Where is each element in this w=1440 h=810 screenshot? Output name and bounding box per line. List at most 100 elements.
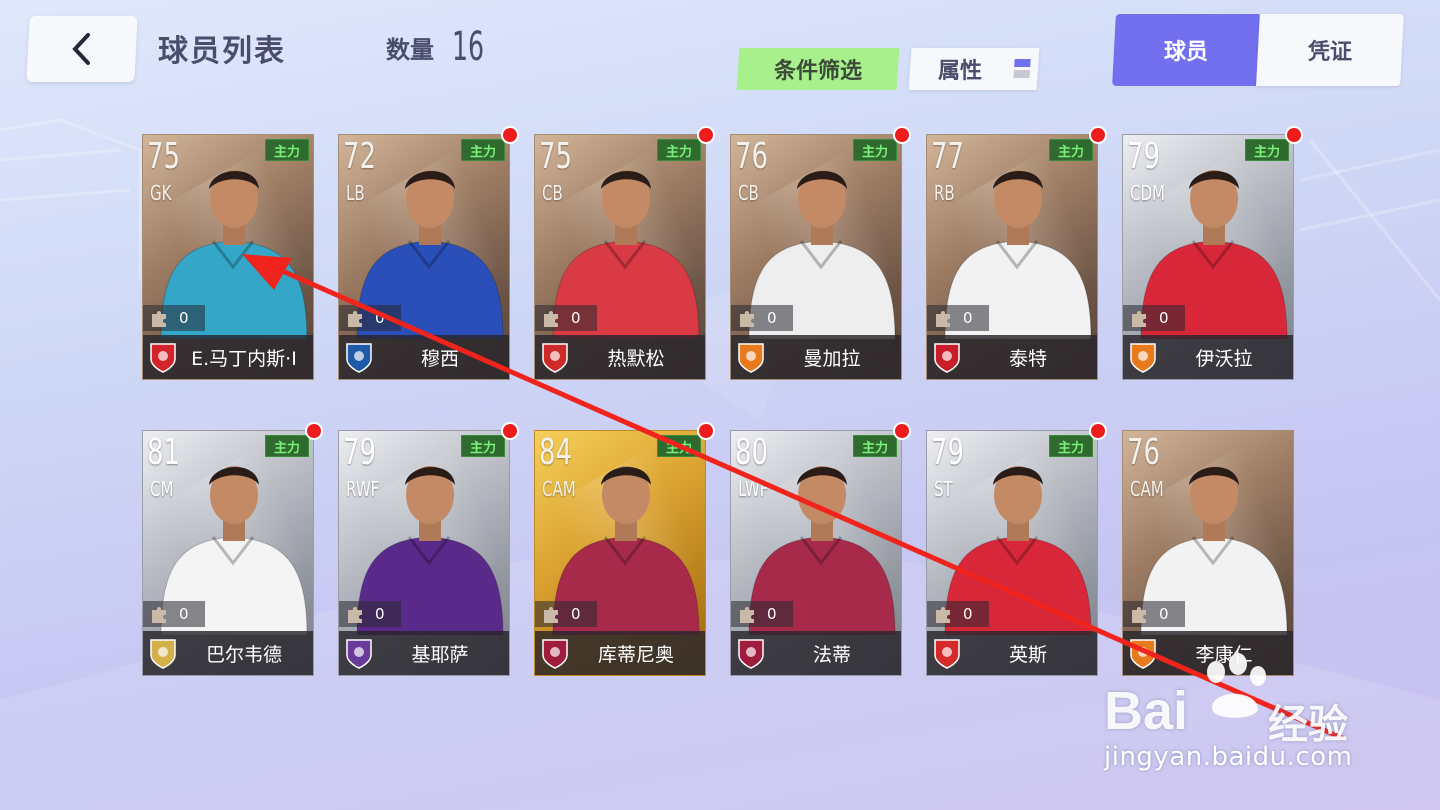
puzzle-piece-icon [152, 311, 166, 327]
fragment-count: 0 [375, 309, 385, 327]
player-rating: 76 [1127, 432, 1160, 473]
starter-tag: 主力 [461, 139, 505, 161]
player-name: 法蒂 [812, 643, 851, 666]
puzzle-piece-icon [740, 311, 754, 327]
player-name-bar: 穆西 [339, 335, 509, 379]
fragment-counter: 0 [339, 305, 401, 331]
player-name: 伊沃拉 [1195, 347, 1253, 370]
fragment-counter: 0 [927, 601, 989, 627]
player-card[interactable]: 81 CM 主力 0 巴尔韦德 [142, 430, 314, 676]
filter-button-label: 条件筛选 [773, 59, 862, 84]
watermark-domain: jingyan.baidu.com [1104, 742, 1353, 772]
fragment-counter: 0 [731, 305, 793, 331]
club-crest-icon [346, 639, 372, 669]
player-card[interactable]: 84 CAM 主力 0 库蒂尼奥 [534, 430, 706, 676]
fragment-counter: 0 [1123, 601, 1185, 627]
back-button[interactable] [26, 16, 138, 82]
tab-players[interactable]: 球员 [1112, 14, 1260, 86]
starter-tag: 主力 [1049, 139, 1093, 161]
player-position: LB [346, 181, 365, 205]
player-name: 泰特 [1008, 347, 1047, 370]
tab-group: 球员 凭证 [1112, 14, 1404, 86]
starter-tag: 主力 [657, 435, 701, 457]
tab-vouchers-label: 凭证 [1307, 40, 1352, 65]
player-card[interactable]: 75 CB 主力 0 热默松 [534, 134, 706, 380]
fragment-counter: 0 [143, 305, 205, 331]
puzzle-piece-icon [348, 311, 362, 327]
player-rating: 80 [735, 432, 768, 473]
starter-tag: 主力 [853, 139, 897, 161]
new-badge-dot [1089, 422, 1107, 440]
puzzle-piece-icon [544, 311, 558, 327]
club-crest-icon [346, 343, 372, 373]
club-crest-icon [738, 639, 764, 669]
player-rating: 72 [343, 136, 376, 177]
fragment-counter: 0 [535, 305, 597, 331]
new-badge-dot [893, 126, 911, 144]
chevron-left-icon [72, 33, 90, 65]
count-label: 数量 [386, 36, 434, 64]
player-card[interactable]: 76 CAM 0 李康仁 [1122, 430, 1294, 676]
player-position: RWF [346, 477, 380, 501]
club-crest-icon [150, 343, 176, 373]
player-card[interactable]: 75 GK 主力 0 E.马丁内斯·I [142, 134, 314, 380]
player-position: CB [542, 181, 563, 205]
new-badge-dot [697, 422, 715, 440]
attribute-sort-label: 属性 [938, 59, 983, 84]
new-badge-dot [893, 422, 911, 440]
puzzle-piece-icon [152, 607, 166, 623]
player-position: RB [934, 181, 955, 205]
player-card[interactable]: 72 LB 主力 0 穆西 [338, 134, 510, 380]
starter-tag: 主力 [657, 139, 701, 161]
filter-button[interactable]: 条件筛选 [736, 48, 900, 90]
starter-tag: 主力 [265, 139, 309, 161]
tab-vouchers[interactable]: 凭证 [1256, 14, 1404, 86]
player-name-bar: 伊沃拉 [1123, 335, 1293, 379]
player-name-bar: 巴尔韦德 [143, 631, 313, 675]
player-card[interactable]: 77 RB 主力 0 泰特 [926, 134, 1098, 380]
starter-tag: 主力 [265, 435, 309, 457]
player-position: CDM [1130, 181, 1165, 205]
player-name-bar: 法蒂 [731, 631, 901, 675]
club-crest-icon [934, 343, 960, 373]
player-position: LWF [738, 477, 769, 501]
player-card[interactable]: 79 RWF 主力 0 基耶萨 [338, 430, 510, 676]
player-card[interactable]: 80 LWF 主力 0 法蒂 [730, 430, 902, 676]
club-crest-icon [542, 343, 568, 373]
club-crest-icon [934, 639, 960, 669]
sort-icon [1013, 59, 1031, 79]
player-rating: 79 [931, 432, 964, 473]
player-position: CB [738, 181, 759, 205]
player-position: CM [150, 477, 174, 501]
player-rating: 76 [735, 136, 768, 177]
fragment-counter: 0 [1123, 305, 1185, 331]
new-badge-dot [501, 422, 519, 440]
fragment-counter: 0 [143, 601, 205, 627]
fragment-count: 0 [767, 309, 777, 327]
new-badge-dot [1089, 126, 1107, 144]
fragment-count: 0 [767, 605, 777, 623]
watermark-brand: Bai [1104, 681, 1189, 741]
player-name: 穆西 [420, 347, 459, 370]
fragment-count: 0 [571, 605, 581, 623]
player-name: 曼加拉 [803, 347, 861, 370]
player-card[interactable]: 79 ST 主力 0 英斯 [926, 430, 1098, 676]
starter-tag: 主力 [1049, 435, 1093, 457]
puzzle-piece-icon [348, 607, 362, 623]
player-card[interactable]: 79 CDM 主力 0 伊沃拉 [1122, 134, 1294, 380]
fragment-count: 0 [571, 309, 581, 327]
puzzle-piece-icon [740, 607, 754, 623]
club-crest-icon [150, 639, 176, 669]
puzzle-piece-icon [936, 311, 950, 327]
player-rating: 84 [539, 432, 572, 473]
player-rating: 75 [539, 136, 572, 177]
attribute-sort-button[interactable]: 属性 [908, 48, 1040, 90]
starter-tag: 主力 [853, 435, 897, 457]
player-name: 基耶萨 [411, 643, 469, 666]
player-name-bar: 热默松 [535, 335, 705, 379]
player-name-bar: 库蒂尼奥 [535, 631, 705, 675]
player-name: 英斯 [1008, 643, 1047, 666]
player-position: CAM [1130, 477, 1164, 501]
player-card[interactable]: 76 CB 主力 0 曼加拉 [730, 134, 902, 380]
page-title: 球员列表 [158, 34, 286, 69]
